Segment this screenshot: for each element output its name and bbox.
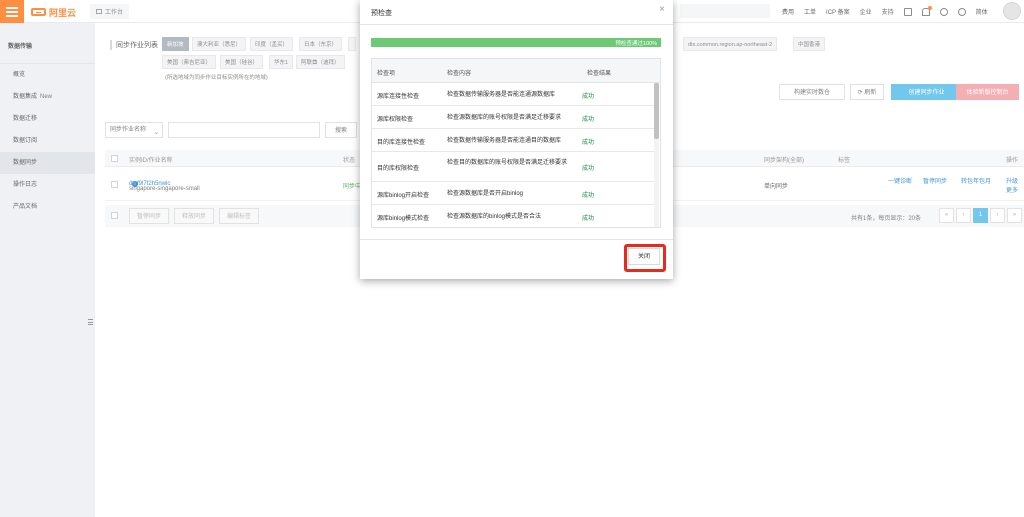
precheck-table-header: 检查项 检查内容 检查结果 bbox=[372, 59, 660, 83]
check-result: 成功 bbox=[582, 193, 595, 199]
check-result: 成功 bbox=[582, 94, 595, 100]
col-content: 检查内容 bbox=[447, 71, 472, 77]
dialog-title: 预检查 bbox=[371, 10, 392, 17]
precheck-row: 源库binlog开启检查 检查源数据库是否开启binlog 成功 bbox=[372, 182, 654, 205]
progress-text: 预检查通过100% bbox=[615, 41, 657, 47]
check-content: 检查源数据库的binlog模式是否合法 bbox=[447, 214, 542, 220]
precheck-row: 源库权限检查 检查源数据库的账号权限是否满足迁移要求 成功 bbox=[372, 106, 654, 129]
divider bbox=[360, 24, 673, 25]
col-item: 检查项 bbox=[377, 71, 396, 77]
check-item: 目的库权限检查 bbox=[377, 166, 420, 172]
check-result: 成功 bbox=[582, 140, 595, 146]
check-item: 目的库连接性检查 bbox=[377, 140, 426, 146]
col-result: 检查结果 bbox=[587, 71, 612, 77]
check-content: 检查目的数据库的账号权限是否满足迁移要求 bbox=[447, 160, 568, 166]
check-content: 检查源数据库的账号权限是否满足迁移要求 bbox=[447, 115, 562, 121]
scrollbar[interactable] bbox=[654, 83, 659, 227]
check-item: 源库权限检查 bbox=[377, 117, 414, 123]
check-item: 源库binlog开启检查 bbox=[377, 193, 430, 199]
precheck-row: 源库binlog模式检查 检查源数据库的binlog模式是否合法 成功 bbox=[372, 205, 654, 227]
check-item: 源库连接性检查 bbox=[377, 94, 420, 100]
divider bbox=[360, 239, 673, 240]
check-content: 检查源数据库是否开启binlog bbox=[447, 191, 524, 197]
check-result: 成功 bbox=[582, 166, 595, 172]
check-content: 检查数据传输服务器是否能连通目的数据库 bbox=[447, 138, 562, 144]
check-result: 成功 bbox=[582, 117, 595, 123]
check-item: 源库binlog模式检查 bbox=[377, 216, 430, 222]
check-result: 成功 bbox=[582, 216, 595, 222]
precheck-table: 检查项 检查内容 检查结果 源库连接性检查 检查数据传输服务器是否能连通源数据库… bbox=[371, 58, 661, 228]
precheck-dialog: 预检查 × 预检查通过100% 检查项 检查内容 检查结果 源库连接性检查 检查… bbox=[360, 0, 673, 279]
progress-fill: 预检查通过100% bbox=[371, 38, 661, 47]
precheck-progress-bar: 预检查通过100% bbox=[371, 38, 661, 47]
precheck-row: 目的库连接性检查 检查数据传输服务器是否能连通目的数据库 成功 bbox=[372, 129, 654, 152]
close-icon[interactable]: × bbox=[659, 5, 665, 15]
precheck-row: 目的库权限检查 检查目的数据库的账号权限是否满足迁移要求 成功 bbox=[372, 152, 654, 182]
close-button[interactable]: 关闭 bbox=[628, 248, 660, 265]
scroll-thumb[interactable] bbox=[654, 83, 659, 139]
check-content: 检查数据传输服务器是否能连通源数据库 bbox=[447, 92, 556, 98]
precheck-row: 源库连接性检查 检查数据传输服务器是否能连通源数据库 成功 bbox=[372, 83, 654, 106]
